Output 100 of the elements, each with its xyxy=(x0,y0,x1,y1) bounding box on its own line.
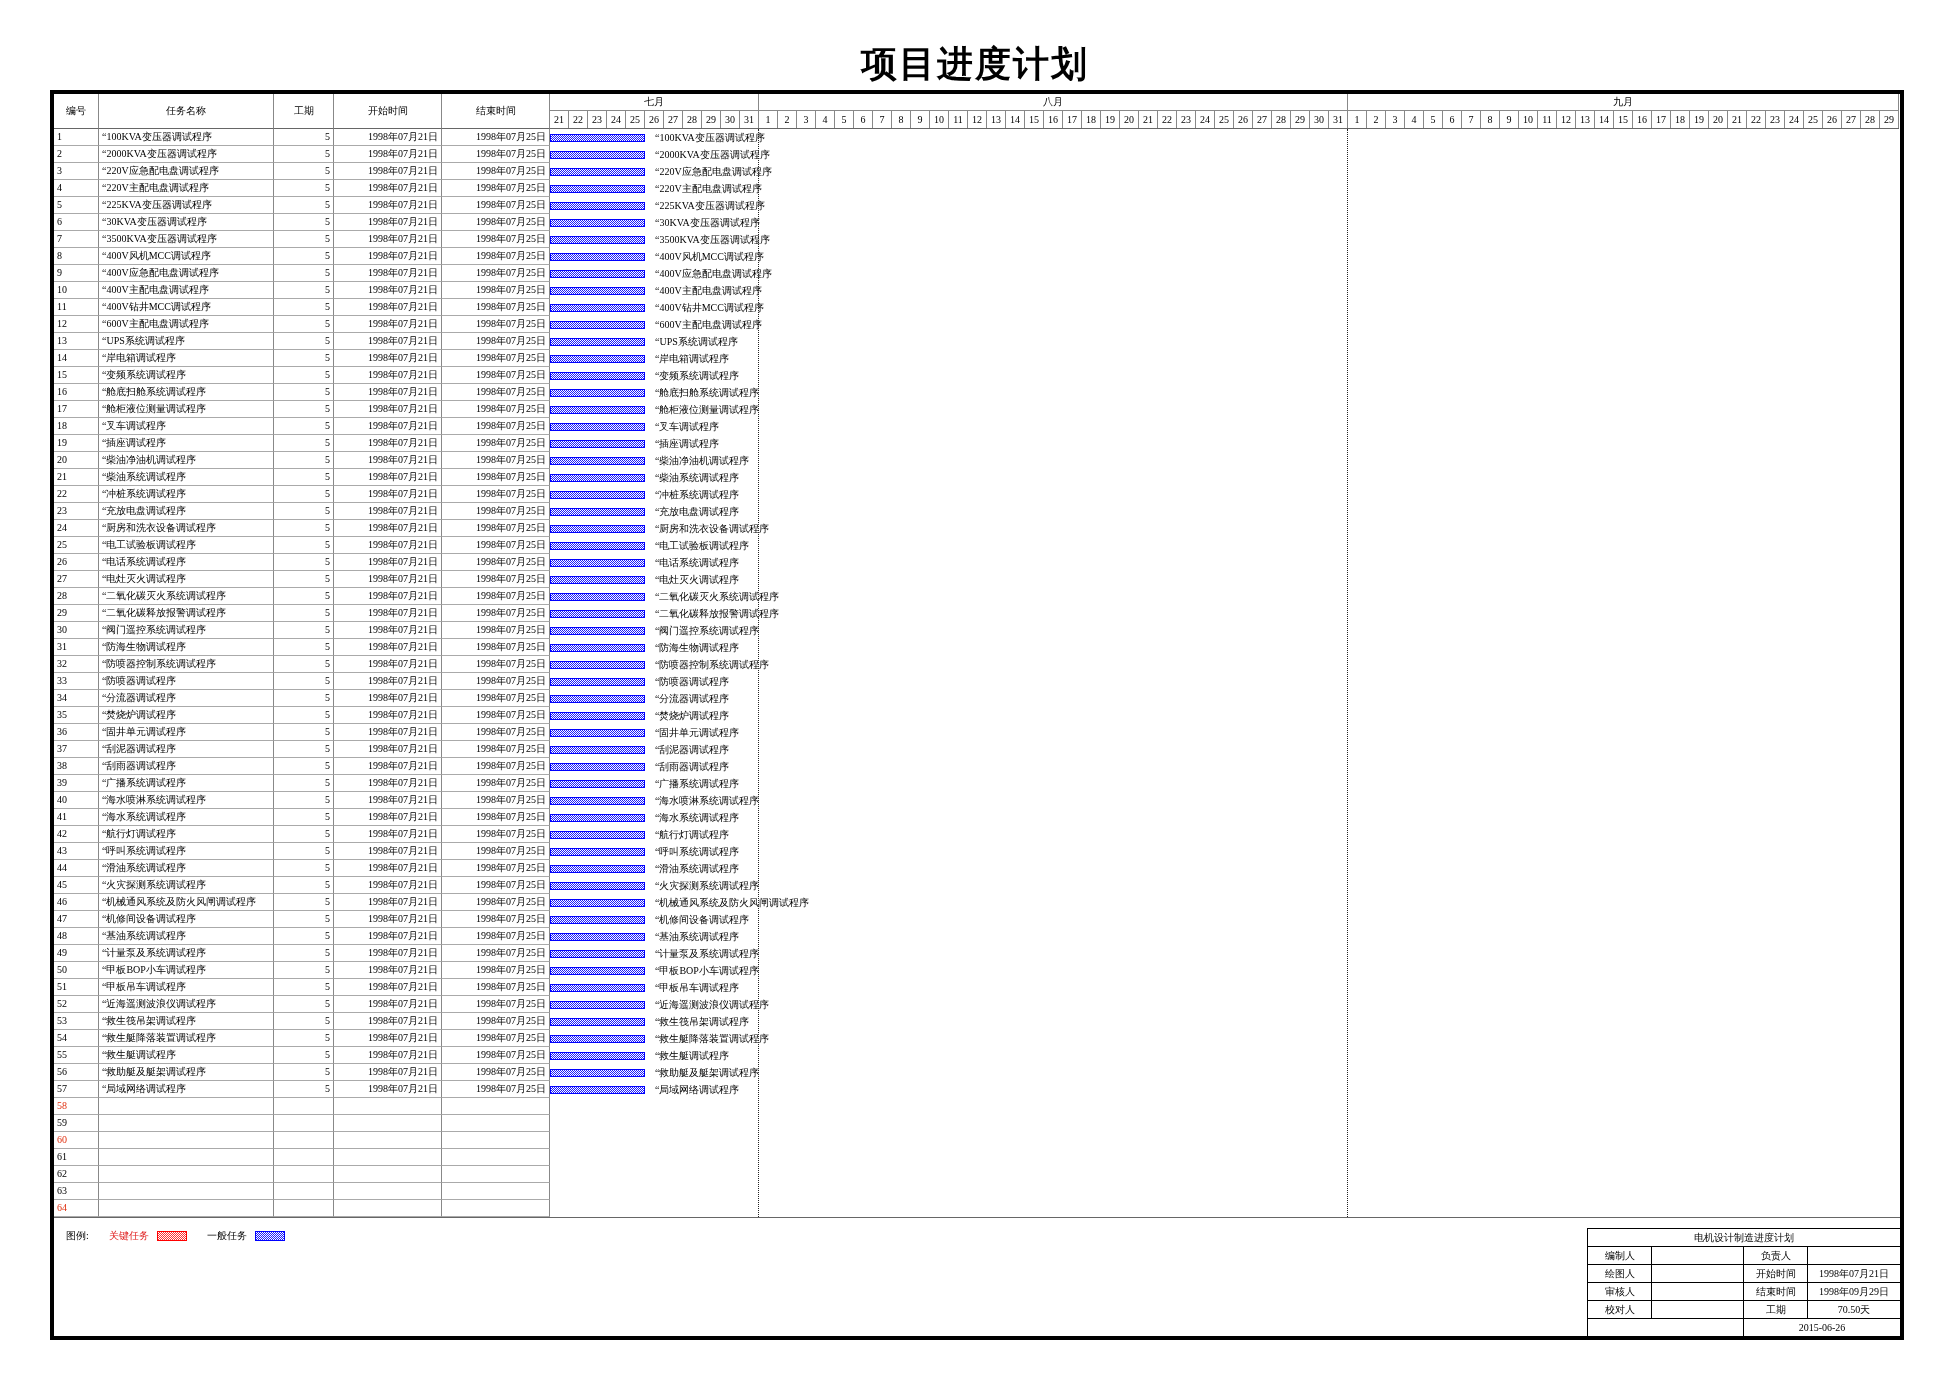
duration-cell: 5 xyxy=(274,1013,334,1030)
start-date: 1998年07月21日 xyxy=(334,316,442,333)
duration-cell: 5 xyxy=(274,996,334,1013)
duration-cell: 5 xyxy=(274,775,334,792)
end-date: 1998年07月25日 xyxy=(442,265,550,282)
empty-cell xyxy=(274,1132,334,1149)
row-number: 48 xyxy=(54,928,99,945)
duration-cell: 5 xyxy=(274,877,334,894)
end-date: 1998年07月25日 xyxy=(442,826,550,843)
day-header: 31 xyxy=(1329,111,1348,128)
duration-cell: 5 xyxy=(274,979,334,996)
day-header: 20 xyxy=(1120,111,1139,128)
start-date: 1998年07月21日 xyxy=(334,843,442,860)
end-date: 1998年07月25日 xyxy=(442,639,550,656)
start-date: 1998年07月21日 xyxy=(334,282,442,299)
duration-cell: 5 xyxy=(274,639,334,656)
duration-cell: 5 xyxy=(274,520,334,537)
start-date: 1998年07月21日 xyxy=(334,384,442,401)
end-date: 1998年07月25日 xyxy=(442,792,550,809)
end-date: 1998年07月25日 xyxy=(442,741,550,758)
duration-cell: 5 xyxy=(274,826,334,843)
row-number: 13 xyxy=(54,333,99,350)
day-header: 1 xyxy=(759,111,778,128)
bar-label: “甲板BOP小车调试程序 xyxy=(655,963,759,978)
task-name: “救生艇调试程序 xyxy=(99,1047,274,1064)
start-date: 1998年07月21日 xyxy=(334,367,442,384)
bar-label: “插座调试程序 xyxy=(655,436,720,451)
start-date: 1998年07月21日 xyxy=(334,1013,442,1030)
row-number: 46 xyxy=(54,894,99,911)
duration-cell: 5 xyxy=(274,180,334,197)
end-date: 1998年07月25日 xyxy=(442,894,550,911)
column-header: 编号 xyxy=(54,94,99,129)
duration-cell: 5 xyxy=(274,707,334,724)
task-name: “叉车调试程序 xyxy=(99,418,274,435)
bar-label: “舱柜液位测量调试程序 xyxy=(655,402,760,417)
bar-label: “厨房和洗衣设备调试程序 xyxy=(655,521,770,536)
day-header: 18 xyxy=(1671,111,1690,128)
row-number: 30 xyxy=(54,622,99,639)
info-label: 结束时间 xyxy=(1744,1282,1808,1300)
day-header: 23 xyxy=(588,111,607,128)
row-number: 4 xyxy=(54,180,99,197)
day-header: 26 xyxy=(1823,111,1842,128)
task-name: “广播系统调试程序 xyxy=(99,775,274,792)
info-label: 负责人 xyxy=(1744,1246,1808,1264)
empty-cell xyxy=(274,1098,334,1115)
bar-label: “呼叫系统调试程序 xyxy=(655,844,740,859)
start-date: 1998年07月21日 xyxy=(334,486,442,503)
start-date: 1998年07月21日 xyxy=(334,792,442,809)
column-header: 任务名称 xyxy=(99,94,274,129)
bar-label: “救助艇及艇架调试程序 xyxy=(655,1065,760,1080)
task-name: “UPS系统调试程序 xyxy=(99,333,274,350)
end-date: 1998年07月25日 xyxy=(442,622,550,639)
bar-label: “火灾探测系统调试程序 xyxy=(655,878,760,893)
day-header: 12 xyxy=(1557,111,1576,128)
duration-cell: 5 xyxy=(274,537,334,554)
row-number: 25 xyxy=(54,537,99,554)
day-header: 13 xyxy=(987,111,1006,128)
row-number: 42 xyxy=(54,826,99,843)
end-date: 1998年07月25日 xyxy=(442,214,550,231)
bar-label: “计量泵及系统调试程序 xyxy=(655,946,760,961)
day-header: 3 xyxy=(797,111,816,128)
duration-cell: 5 xyxy=(274,792,334,809)
start-date: 1998年07月21日 xyxy=(334,231,442,248)
duration-cell: 5 xyxy=(274,860,334,877)
day-header: 19 xyxy=(1101,111,1120,128)
task-name: “甲板BOP小车调试程序 xyxy=(99,962,274,979)
duration-cell: 5 xyxy=(274,503,334,520)
bar-label: “柴油系统调试程序 xyxy=(655,470,740,485)
row-number: 15 xyxy=(54,367,99,384)
row-number: 29 xyxy=(54,605,99,622)
info-value: 1998年07月21日 xyxy=(1808,1264,1900,1282)
duration-cell: 5 xyxy=(274,486,334,503)
row-number: 17 xyxy=(54,401,99,418)
row-number: 26 xyxy=(54,554,99,571)
day-header: 29 xyxy=(1291,111,1310,128)
day-header: 30 xyxy=(721,111,740,128)
row-number: 2 xyxy=(54,146,99,163)
row-number: 18 xyxy=(54,418,99,435)
duration-cell: 5 xyxy=(274,809,334,826)
day-header: 17 xyxy=(1063,111,1082,128)
end-date: 1998年07月25日 xyxy=(442,775,550,792)
start-date: 1998年07月21日 xyxy=(334,656,442,673)
start-date: 1998年07月21日 xyxy=(334,894,442,911)
task-name: “甲板吊车调试程序 xyxy=(99,979,274,996)
task-name: “舱底扫舱系统调试程序 xyxy=(99,384,274,401)
bar-label: “甲板吊车调试程序 xyxy=(655,980,740,995)
row-number: 12 xyxy=(54,316,99,333)
start-date: 1998年07月21日 xyxy=(334,690,442,707)
duration-cell: 5 xyxy=(274,554,334,571)
day-header: 25 xyxy=(626,111,645,128)
bar-label: “救生艇调试程序 xyxy=(655,1048,730,1063)
end-date: 1998年07月25日 xyxy=(442,520,550,537)
start-date: 1998年07月21日 xyxy=(334,1030,442,1047)
task-name: “焚烧炉调试程序 xyxy=(99,707,274,724)
task-name: “变频系统调试程序 xyxy=(99,367,274,384)
day-header: 24 xyxy=(1196,111,1215,128)
row-number: 24 xyxy=(54,520,99,537)
start-date: 1998年07月21日 xyxy=(334,775,442,792)
end-date: 1998年07月25日 xyxy=(442,418,550,435)
day-header: 19 xyxy=(1690,111,1709,128)
